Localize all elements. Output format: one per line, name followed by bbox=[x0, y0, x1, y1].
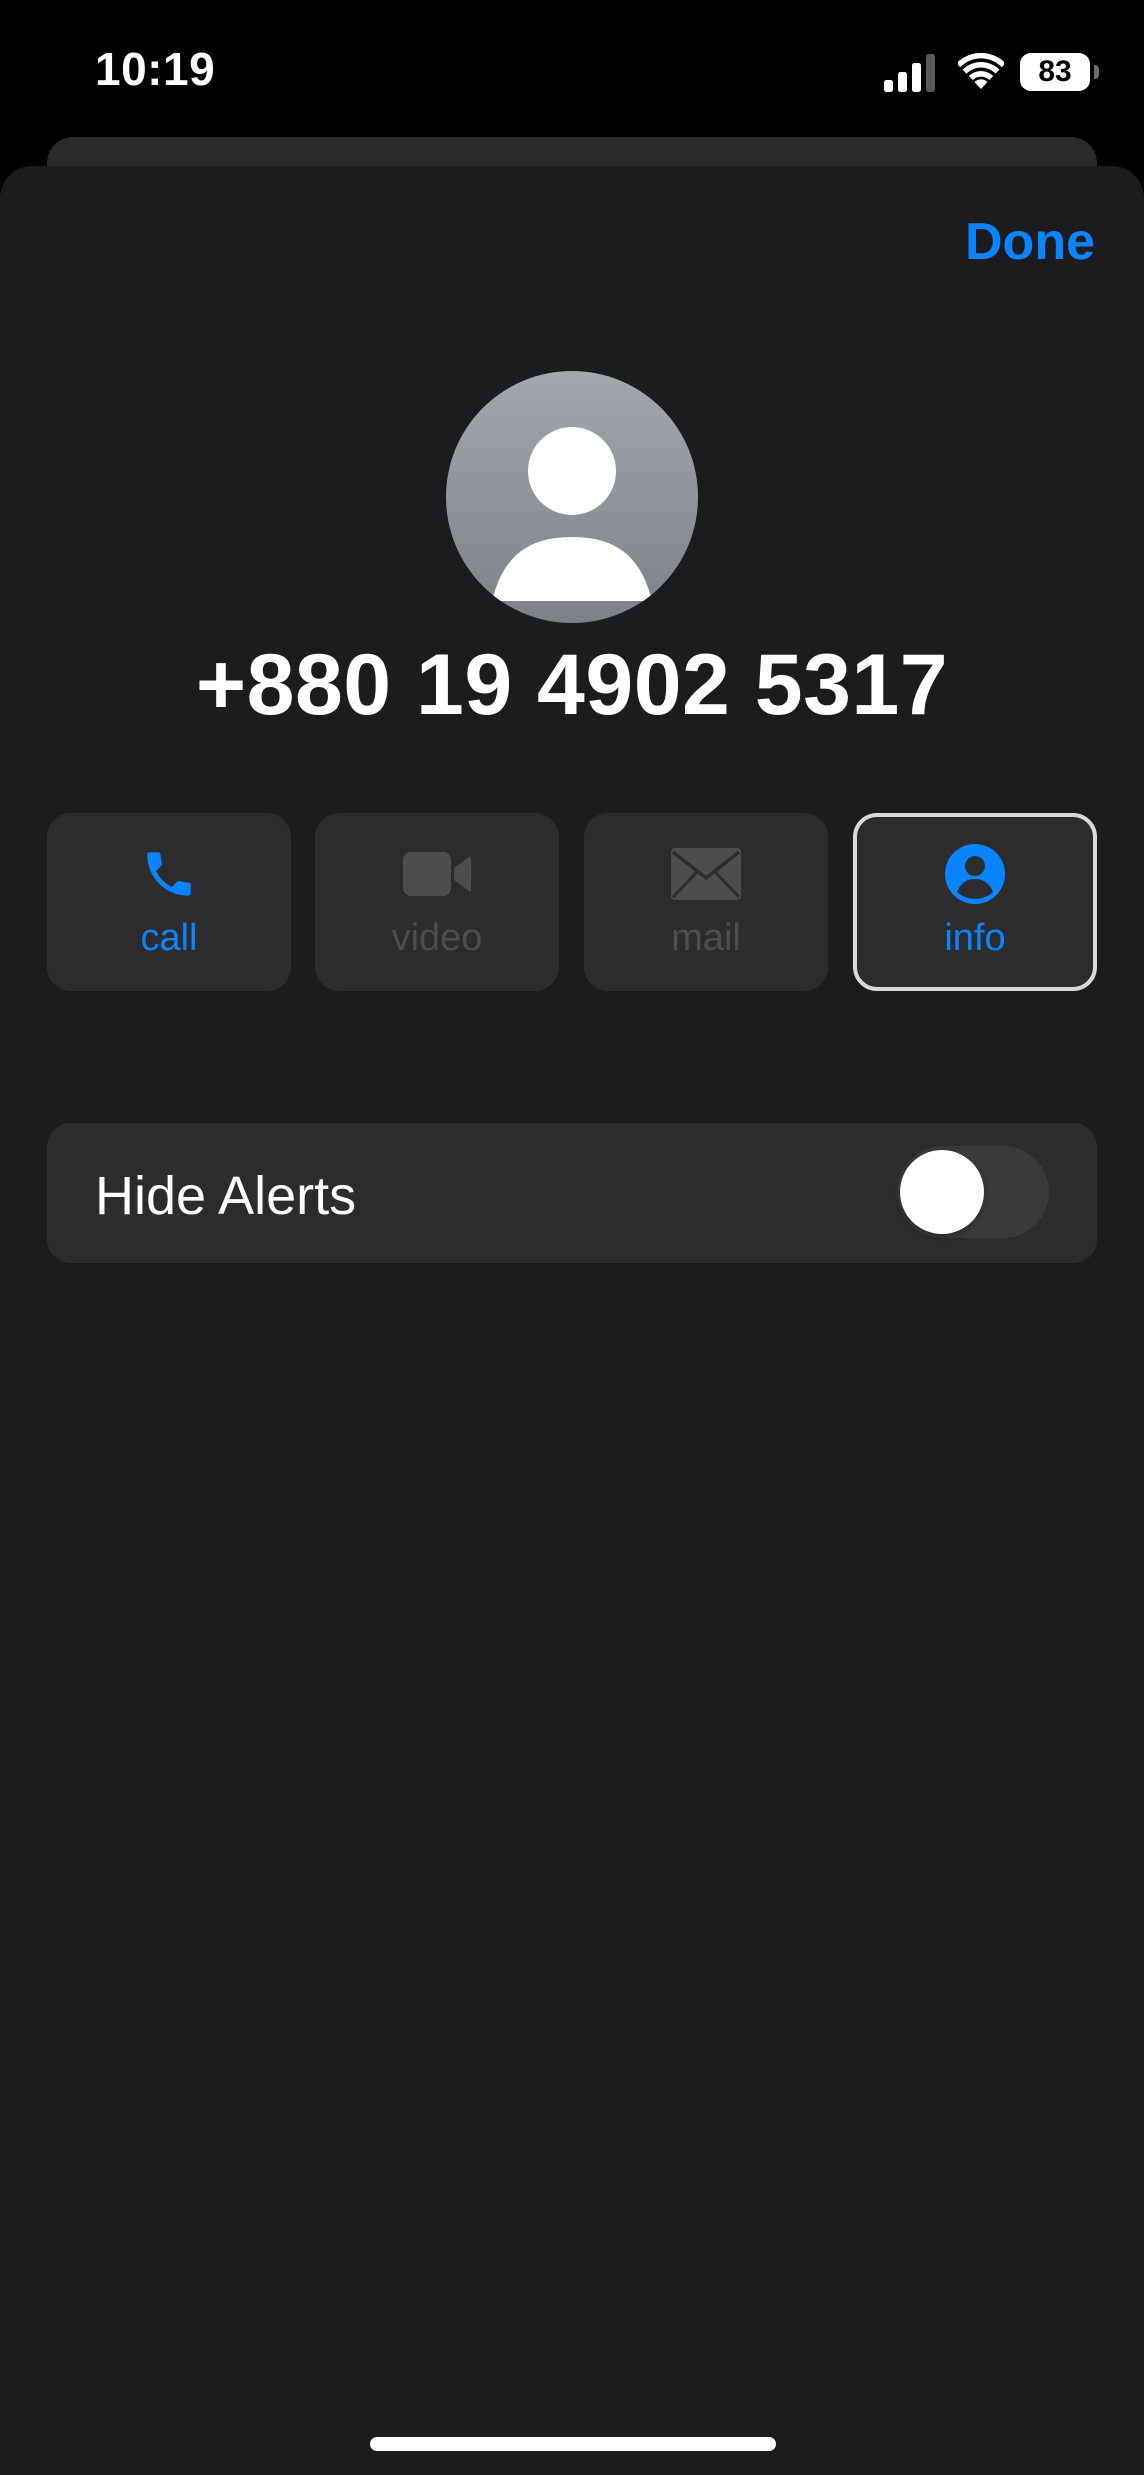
envelope-icon bbox=[671, 848, 741, 900]
hide-alerts-label: Hide Alerts bbox=[95, 1166, 357, 1226]
mail-button[interactable]: mail bbox=[584, 813, 828, 991]
battery-level: 83 bbox=[1038, 55, 1072, 88]
wifi-icon bbox=[958, 53, 1004, 89]
contact-details-screen: 10:19 83 Done +880 19 4902 5317 call vid… bbox=[0, 0, 1144, 2475]
video-camera-icon bbox=[403, 852, 471, 896]
hide-alerts-toggle[interactable] bbox=[897, 1146, 1049, 1238]
home-indicator bbox=[370, 2437, 776, 2451]
toggle-knob bbox=[900, 1150, 984, 1234]
call-label: call bbox=[140, 917, 198, 959]
avatar bbox=[446, 371, 698, 623]
signal-icon bbox=[884, 54, 935, 92]
video-label: video bbox=[391, 917, 483, 959]
status-bar: 10:19 83 bbox=[0, 0, 1144, 140]
status-time: 10:19 bbox=[95, 43, 216, 95]
person-circle-icon bbox=[945, 844, 1005, 904]
mail-label: mail bbox=[671, 917, 741, 959]
info-button[interactable]: info bbox=[853, 813, 1097, 991]
contact-sheet: Done +880 19 4902 5317 call video mail i… bbox=[0, 166, 1144, 2475]
battery-cap bbox=[1094, 65, 1099, 79]
info-label: info bbox=[944, 917, 1006, 959]
phone-icon bbox=[147, 852, 191, 896]
action-buttons: call video mail info bbox=[47, 813, 1097, 991]
contact-number: +880 19 4902 5317 bbox=[195, 637, 949, 733]
battery-icon: 83 bbox=[1020, 53, 1099, 91]
status-icons: 83 bbox=[882, 50, 1099, 94]
done-button[interactable]: Done bbox=[965, 212, 1095, 272]
person-silhouette-icon bbox=[492, 427, 652, 601]
call-button[interactable]: call bbox=[47, 813, 291, 991]
hide-alerts-row: Hide Alerts bbox=[47, 1123, 1097, 1263]
video-button[interactable]: video bbox=[315, 813, 559, 991]
